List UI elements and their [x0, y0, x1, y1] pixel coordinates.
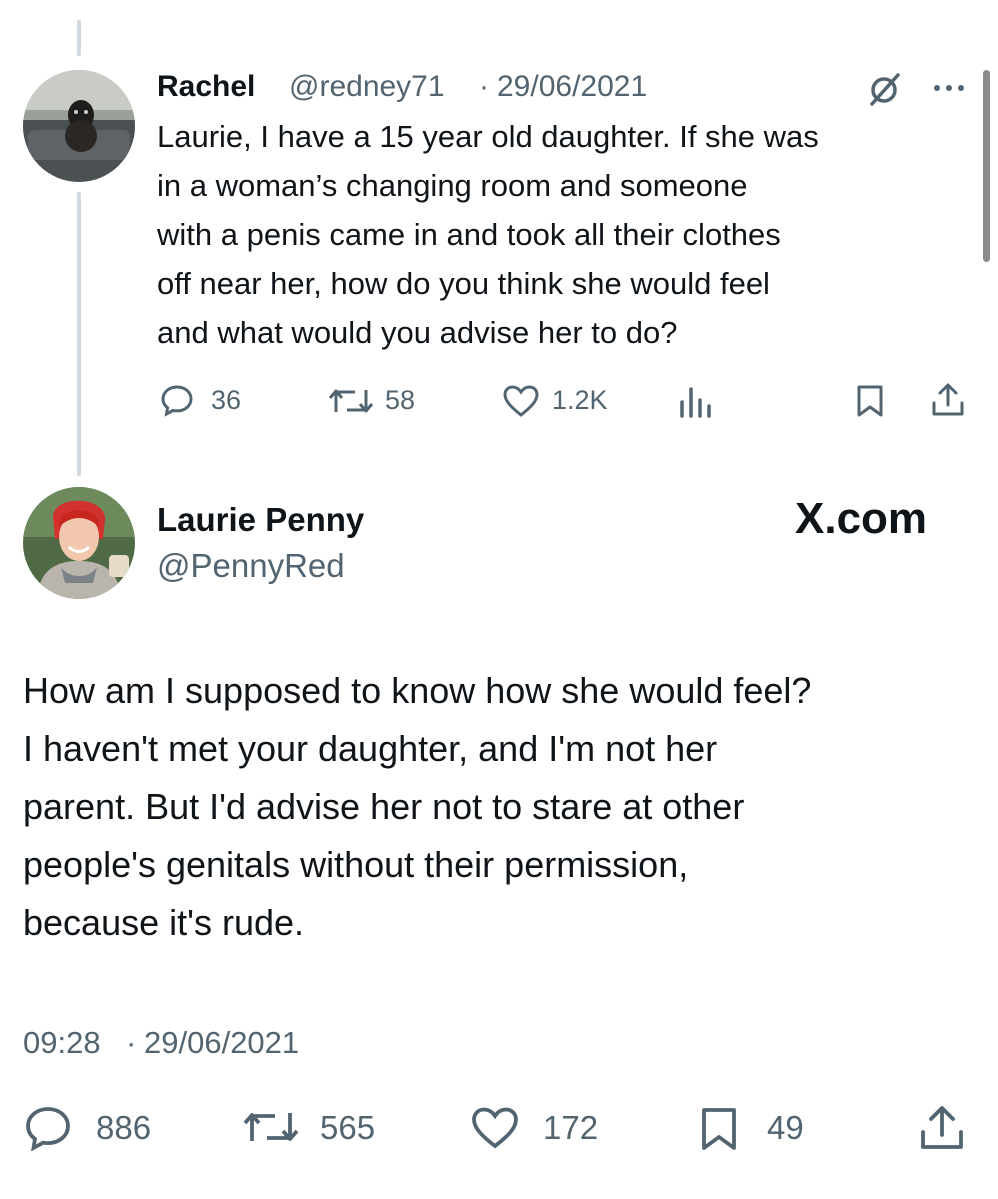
like-count: 1.2K — [552, 385, 608, 415]
scrollbar[interactable] — [983, 70, 990, 262]
like-icon[interactable] — [470, 1106, 520, 1150]
rachel-avatar[interactable] — [23, 70, 135, 182]
reply-separator: · — [479, 70, 489, 103]
rachel-display-name[interactable]: Rachel — [157, 70, 255, 104]
reply-count: 886 — [96, 1109, 152, 1146]
tweet-time-separator: · — [126, 1025, 137, 1060]
bookmark-icon[interactable] — [855, 384, 885, 418]
tweet-text-line: parent. But I'd advise her not to stare … — [23, 786, 745, 827]
laurie-display-name[interactable]: Laurie Penny — [157, 501, 364, 539]
bookmark-count: 49 — [767, 1109, 804, 1146]
rachel-handle[interactable]: @redney71 — [289, 70, 445, 104]
retweet-count: 58 — [385, 385, 416, 415]
retweet-count: 565 — [320, 1109, 376, 1146]
like-icon[interactable] — [502, 384, 540, 418]
laurie-avatar[interactable] — [23, 487, 135, 599]
share-icon[interactable] — [930, 382, 966, 418]
xcom-watermark: X.com — [795, 494, 928, 543]
tweet-text-line: people's genitals without their permissi… — [23, 844, 689, 885]
laurie-handle[interactable]: @PennyRed — [157, 547, 345, 585]
reply-icon[interactable] — [24, 1105, 72, 1151]
tweet-text-line: I haven't met your daughter, and I'm not… — [23, 728, 718, 769]
reply-count: 36 — [211, 385, 242, 415]
reply-icon[interactable] — [160, 383, 194, 417]
reply-text-line: and what would you advise her to do? — [157, 315, 678, 350]
reply-text-line: in a woman’s changing room and someone — [157, 168, 748, 203]
tweet-date[interactable]: 29/06/2021 — [144, 1025, 299, 1061]
like-count: 172 — [543, 1109, 599, 1146]
rachel-date[interactable]: 29/06/2021 — [497, 70, 647, 104]
thread-line-top — [77, 20, 81, 56]
grok-icon[interactable] — [864, 72, 904, 108]
share-icon[interactable] — [918, 1104, 966, 1152]
tweet-time[interactable]: 09:28 — [23, 1025, 101, 1061]
reply-text-line: Laurie, I have a 15 year old daughter. I… — [157, 119, 819, 154]
more-icon[interactable] — [932, 83, 968, 93]
reply-text-line: with a penis came in and took all their … — [157, 217, 781, 252]
tweet-text-line: How am I supposed to know how she would … — [23, 670, 812, 711]
thread-line-bottom — [77, 192, 81, 476]
tweet-text-line: because it's rude. — [23, 902, 305, 943]
bookmark-icon[interactable] — [699, 1106, 739, 1152]
retweet-icon[interactable] — [242, 1109, 300, 1145]
views-icon[interactable] — [678, 384, 714, 418]
reply-text-line: off near her, how do you think she would… — [157, 266, 770, 301]
retweet-icon[interactable] — [327, 386, 375, 416]
